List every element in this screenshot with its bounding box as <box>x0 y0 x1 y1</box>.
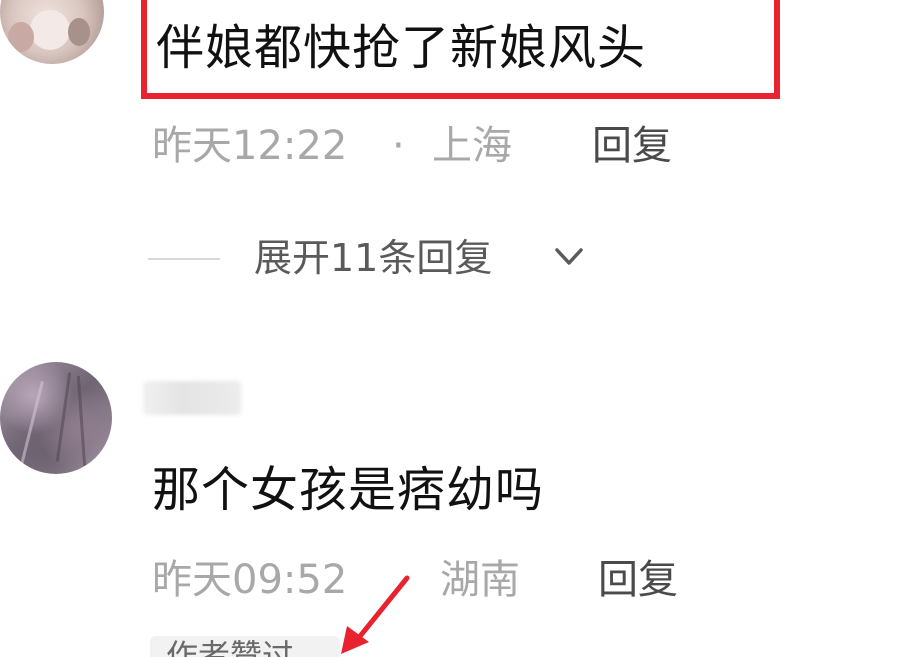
meta-separator: · <box>392 123 405 169</box>
comment-text: 那个女孩是痞幼吗 <box>152 462 545 518</box>
red-arrow-icon <box>341 575 410 654</box>
reply-button[interactable]: 回复 <box>598 556 678 604</box>
expand-divider <box>148 258 220 260</box>
comment-location: 上海 <box>432 123 512 169</box>
reply-button[interactable]: 回复 <box>592 122 672 170</box>
comment-text: 伴娘都快抢了新娘风头 <box>156 20 647 76</box>
comment-timestamp: 昨天12:22 <box>152 123 348 169</box>
comment-timestamp: 昨天09:52 <box>152 557 348 603</box>
avatar[interactable] <box>0 362 112 474</box>
comment-thread: 伴娘都快抢了新娘风头 昨天12:22 · 上海 回复 展开11条回复 那个女孩是… <box>0 0 900 657</box>
author-liked-badge: 作者赞过 <box>150 636 340 657</box>
avatar[interactable] <box>0 0 104 64</box>
chevron-down-icon[interactable] <box>553 244 585 270</box>
comment-location: 湖南 <box>440 557 520 603</box>
expand-replies-button[interactable]: 展开11条回复 <box>254 234 492 282</box>
username-redacted <box>143 381 241 415</box>
